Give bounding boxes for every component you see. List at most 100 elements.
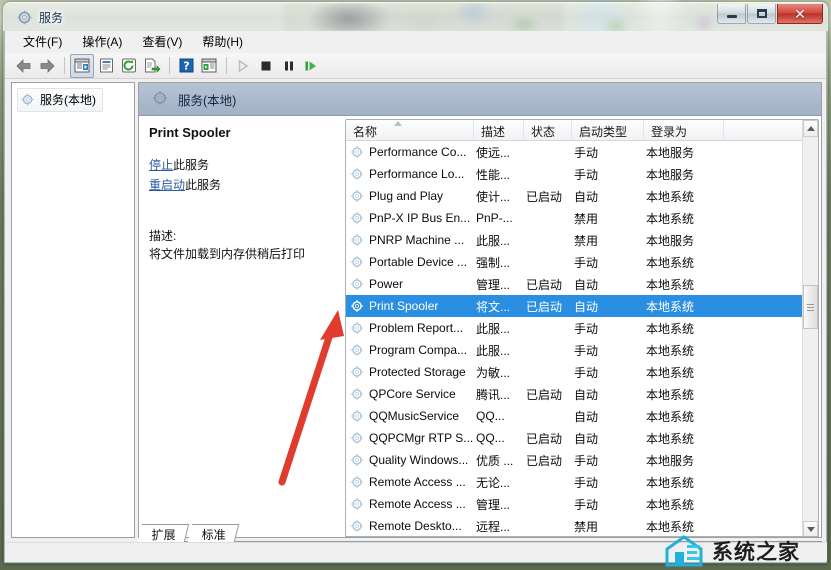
chevron-up-icon — [807, 126, 815, 131]
tree-pane: 服务(本地) — [11, 82, 135, 538]
table-row-selected[interactable]: Print Spooler将文...已启动自动本地系统 — [346, 295, 802, 317]
tab-standard[interactable]: 标准 — [188, 524, 240, 542]
service-name-label: PnP-X IP Bus En... — [369, 211, 470, 225]
tab-standard-label: 标准 — [202, 526, 226, 543]
cell-startup-type: 自动 — [572, 298, 644, 315]
column-header-logon-as[interactable]: 登录为 — [644, 120, 724, 140]
service-name-label: Power — [369, 277, 403, 291]
cell-name: Power — [346, 277, 474, 291]
cell-startup-type: 自动 — [572, 430, 644, 447]
table-row[interactable]: Remote Access ...管理...手动本地系统 — [346, 493, 802, 515]
table-row[interactable]: PnP-X IP Bus En...PnP-...禁用本地系统 — [346, 207, 802, 229]
refresh-icon — [121, 58, 137, 73]
cell-logon-as: 本地系统 — [644, 474, 724, 491]
toolbar-separator-3 — [226, 57, 227, 74]
cell-name: Portable Device ... — [346, 255, 474, 269]
column-header-startup-type[interactable]: 启动类型 — [572, 120, 644, 140]
scroll-up-button[interactable] — [803, 120, 818, 137]
table-row[interactable]: Performance Co...使远...手动本地服务 — [346, 141, 802, 163]
window-controls: ✕ — [717, 4, 823, 24]
cell-name: Remote Access ... — [346, 475, 474, 489]
properties-button[interactable] — [95, 55, 117, 77]
service-name-label: Remote Access ... — [369, 475, 466, 489]
cell-description: 将文... — [474, 298, 524, 315]
table-row[interactable]: Program Compa...此服...手动本地系统 — [346, 339, 802, 361]
help-button[interactable]: ? — [175, 55, 197, 77]
cell-description: 无论... — [474, 474, 524, 491]
close-button[interactable]: ✕ — [777, 4, 823, 24]
cell-name: Performance Lo... — [346, 167, 474, 181]
table-row[interactable]: Quality Windows...优质 ...已启动手动本地服务 — [346, 449, 802, 471]
show-hide-tree-button[interactable] — [70, 54, 94, 78]
table-row[interactable]: Portable Device ...强制...手动本地系统 — [346, 251, 802, 273]
table-row[interactable]: QQMusicServiceQQ...自动本地系统 — [346, 405, 802, 427]
cell-startup-type: 手动 — [572, 452, 644, 469]
cell-logon-as: 本地系统 — [644, 430, 724, 447]
table-row[interactable]: Plug and Play使计...已启动自动本地系统 — [346, 185, 802, 207]
menu-view[interactable]: 查看(V) — [133, 31, 191, 53]
cell-logon-as: 本地系统 — [644, 210, 724, 227]
maximize-button[interactable] — [747, 4, 776, 24]
cell-description: PnP-... — [474, 211, 524, 225]
cell-logon-as: 本地服务 — [644, 144, 724, 161]
column-header-description[interactable]: 描述 — [474, 120, 524, 140]
restart-service-button[interactable] — [301, 55, 323, 77]
menu-action[interactable]: 操作(A) — [73, 31, 131, 53]
services-list: 名称 描述 状态 启动类型 登录为 — [345, 119, 819, 537]
table-row[interactable]: Remote Access ... 无论... 手动本地系统 — [346, 471, 802, 493]
column-header-name[interactable]: 名称 — [346, 120, 474, 140]
description-label: 描述: — [149, 227, 334, 244]
column-header-name-label: 名称 — [353, 125, 377, 139]
services-gear-icon — [21, 93, 35, 107]
start-service-button[interactable] — [232, 55, 254, 77]
table-row[interactable]: QQPCMgr RTP S...QQ...已启动自动本地系统 — [346, 427, 802, 449]
table-row[interactable]: QPCore Service腾讯...已启动自动本地系统 — [346, 383, 802, 405]
forward-button[interactable] — [36, 55, 58, 77]
cell-logon-as: 本地系统 — [644, 408, 724, 425]
restart-service-link[interactable]: 重启动 — [149, 178, 185, 192]
show-action-pane-button[interactable] — [198, 55, 220, 77]
cell-startup-type: 手动 — [572, 320, 644, 337]
table-row[interactable]: Performance Lo...性能...手动本地服务 — [346, 163, 802, 185]
cell-name: Program Compa... — [346, 343, 474, 357]
stop-service-link-suffix: 此服务 — [173, 158, 209, 172]
service-gear-icon — [350, 431, 364, 445]
services-window-screenshot: 服务 ✕ 文件(F) 操作(A) 查看(V) 帮助(H) — [0, 0, 831, 570]
stop-service-link[interactable]: 停止 — [149, 158, 173, 172]
back-button[interactable] — [13, 55, 35, 77]
service-name-label: Protected Storage — [369, 365, 466, 379]
restart-icon — [304, 59, 320, 73]
export-list-button[interactable] — [141, 55, 163, 77]
stop-icon — [259, 59, 273, 73]
pause-service-button[interactable] — [278, 55, 300, 77]
cell-startup-type: 自动 — [572, 386, 644, 403]
cell-description: 为敏... — [474, 364, 524, 381]
cell-startup-type: 手动 — [572, 166, 644, 183]
cell-startup-type: 手动 — [572, 474, 644, 491]
cell-startup-type: 自动 — [572, 188, 644, 205]
column-header-status[interactable]: 状态 — [524, 120, 572, 140]
tab-extended[interactable]: 扩展 — [138, 524, 190, 542]
cell-description: 此服... — [474, 320, 524, 337]
stop-service-button[interactable] — [255, 55, 277, 77]
list-rows: Performance Co...使远...手动本地服务 Performance… — [346, 141, 802, 537]
cell-description: QQ... — [474, 431, 524, 445]
cell-name: Plug and Play — [346, 189, 474, 203]
table-row[interactable]: PNRP Machine ...此服...禁用本地服务 — [346, 229, 802, 251]
menu-help[interactable]: 帮助(H) — [193, 31, 252, 53]
cell-logon-as: 本地系统 — [644, 276, 724, 293]
service-name-label: Remote Access ... — [369, 497, 466, 511]
menu-file[interactable]: 文件(F) — [14, 31, 71, 53]
minimize-button[interactable] — [717, 4, 746, 24]
list-vertical-scrollbar[interactable] — [802, 120, 818, 537]
cell-description: 此服... — [474, 232, 524, 249]
table-row[interactable]: Problem Report...此服...手动本地系统 — [346, 317, 802, 339]
service-name-label: QQPCMgr RTP S... — [369, 431, 473, 445]
table-row[interactable]: Protected Storage为敏...手动本地系统 — [346, 361, 802, 383]
service-gear-icon — [350, 497, 364, 511]
cell-description: 使远... — [474, 144, 524, 161]
table-row[interactable]: Power管理...已启动自动本地系统 — [346, 273, 802, 295]
sidebar-item-services-local[interactable]: 服务(本地) — [17, 88, 103, 112]
scrollbar-thumb[interactable] — [803, 285, 818, 329]
refresh-button[interactable] — [118, 55, 140, 77]
